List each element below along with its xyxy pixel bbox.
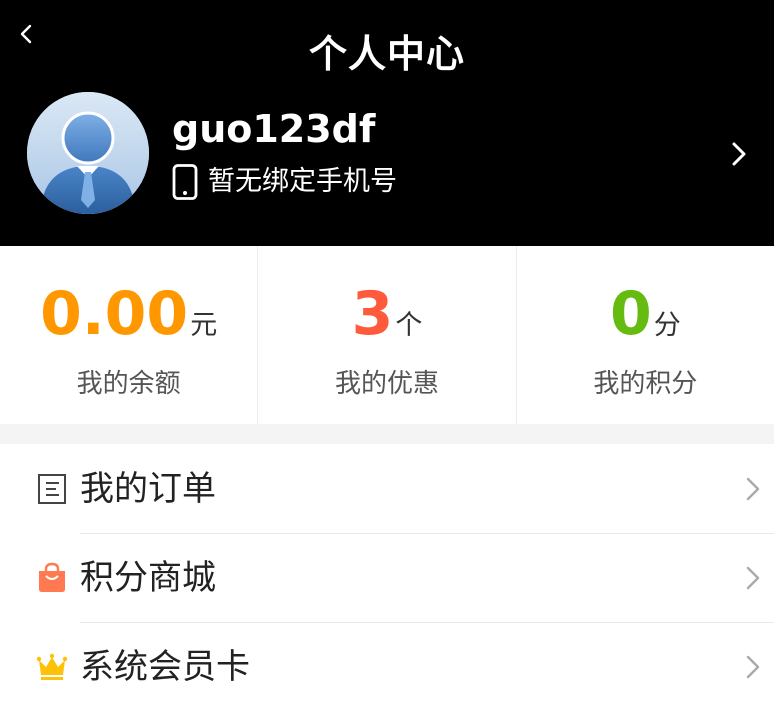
menu-label-member-card: 系统会员卡 [80, 646, 250, 687]
balance-label: 我的余额 [76, 369, 181, 399]
crown-icon [36, 653, 68, 680]
menu-label-my-orders: 我的订单 [80, 468, 216, 509]
stat-coupons[interactable]: 3 个 我的优惠 [257, 246, 515, 424]
menu-label-points-mall: 积分商城 [80, 557, 216, 598]
shopping-bag-icon [39, 562, 65, 592]
phone-binding[interactable]: 暂无绑定手机号 [172, 162, 397, 202]
points-unit: 分 [653, 310, 681, 341]
points-label: 我的积分 [593, 369, 698, 399]
mobile-phone-icon [172, 164, 198, 200]
page-title: 个人中心 [308, 32, 465, 76]
points-value: 0 [609, 279, 652, 349]
chevron-right-icon[interactable] [726, 138, 750, 170]
chevron-right-icon [746, 655, 760, 678]
profile-header: 个人中心 guo123df 暂无绑定手机号 [0, 0, 774, 246]
chevron-right-icon [746, 566, 760, 589]
order-list-icon [38, 473, 66, 504]
balance-unit: 元 [190, 310, 218, 341]
menu-item-points-mall[interactable]: 积分商城 [0, 533, 774, 622]
account-stats: 0.00 元 我的余额 3 个 我的优惠 0 分 我的积分 [0, 246, 774, 424]
balance-value: 0.00 [40, 279, 189, 349]
user-avatar-icon [27, 92, 149, 214]
coupons-value: 3 [351, 279, 394, 349]
menu-item-member-card[interactable]: 系统会员卡 [0, 622, 774, 711]
username: guo123df [172, 107, 376, 151]
coupons-label: 我的优惠 [334, 369, 439, 399]
stat-balance[interactable]: 0.00 元 我的余额 [0, 246, 257, 424]
phone-status-text: 暂无绑定手机号 [208, 166, 397, 197]
chevron-right-icon [746, 477, 760, 500]
menu-list: 我的订单 积分商城 系统会员卡 [0, 444, 774, 711]
stat-points[interactable]: 0 分 我的积分 [515, 246, 774, 424]
avatar[interactable] [27, 92, 149, 214]
coupons-unit: 个 [395, 310, 423, 341]
menu-item-my-orders[interactable]: 我的订单 [0, 444, 774, 533]
